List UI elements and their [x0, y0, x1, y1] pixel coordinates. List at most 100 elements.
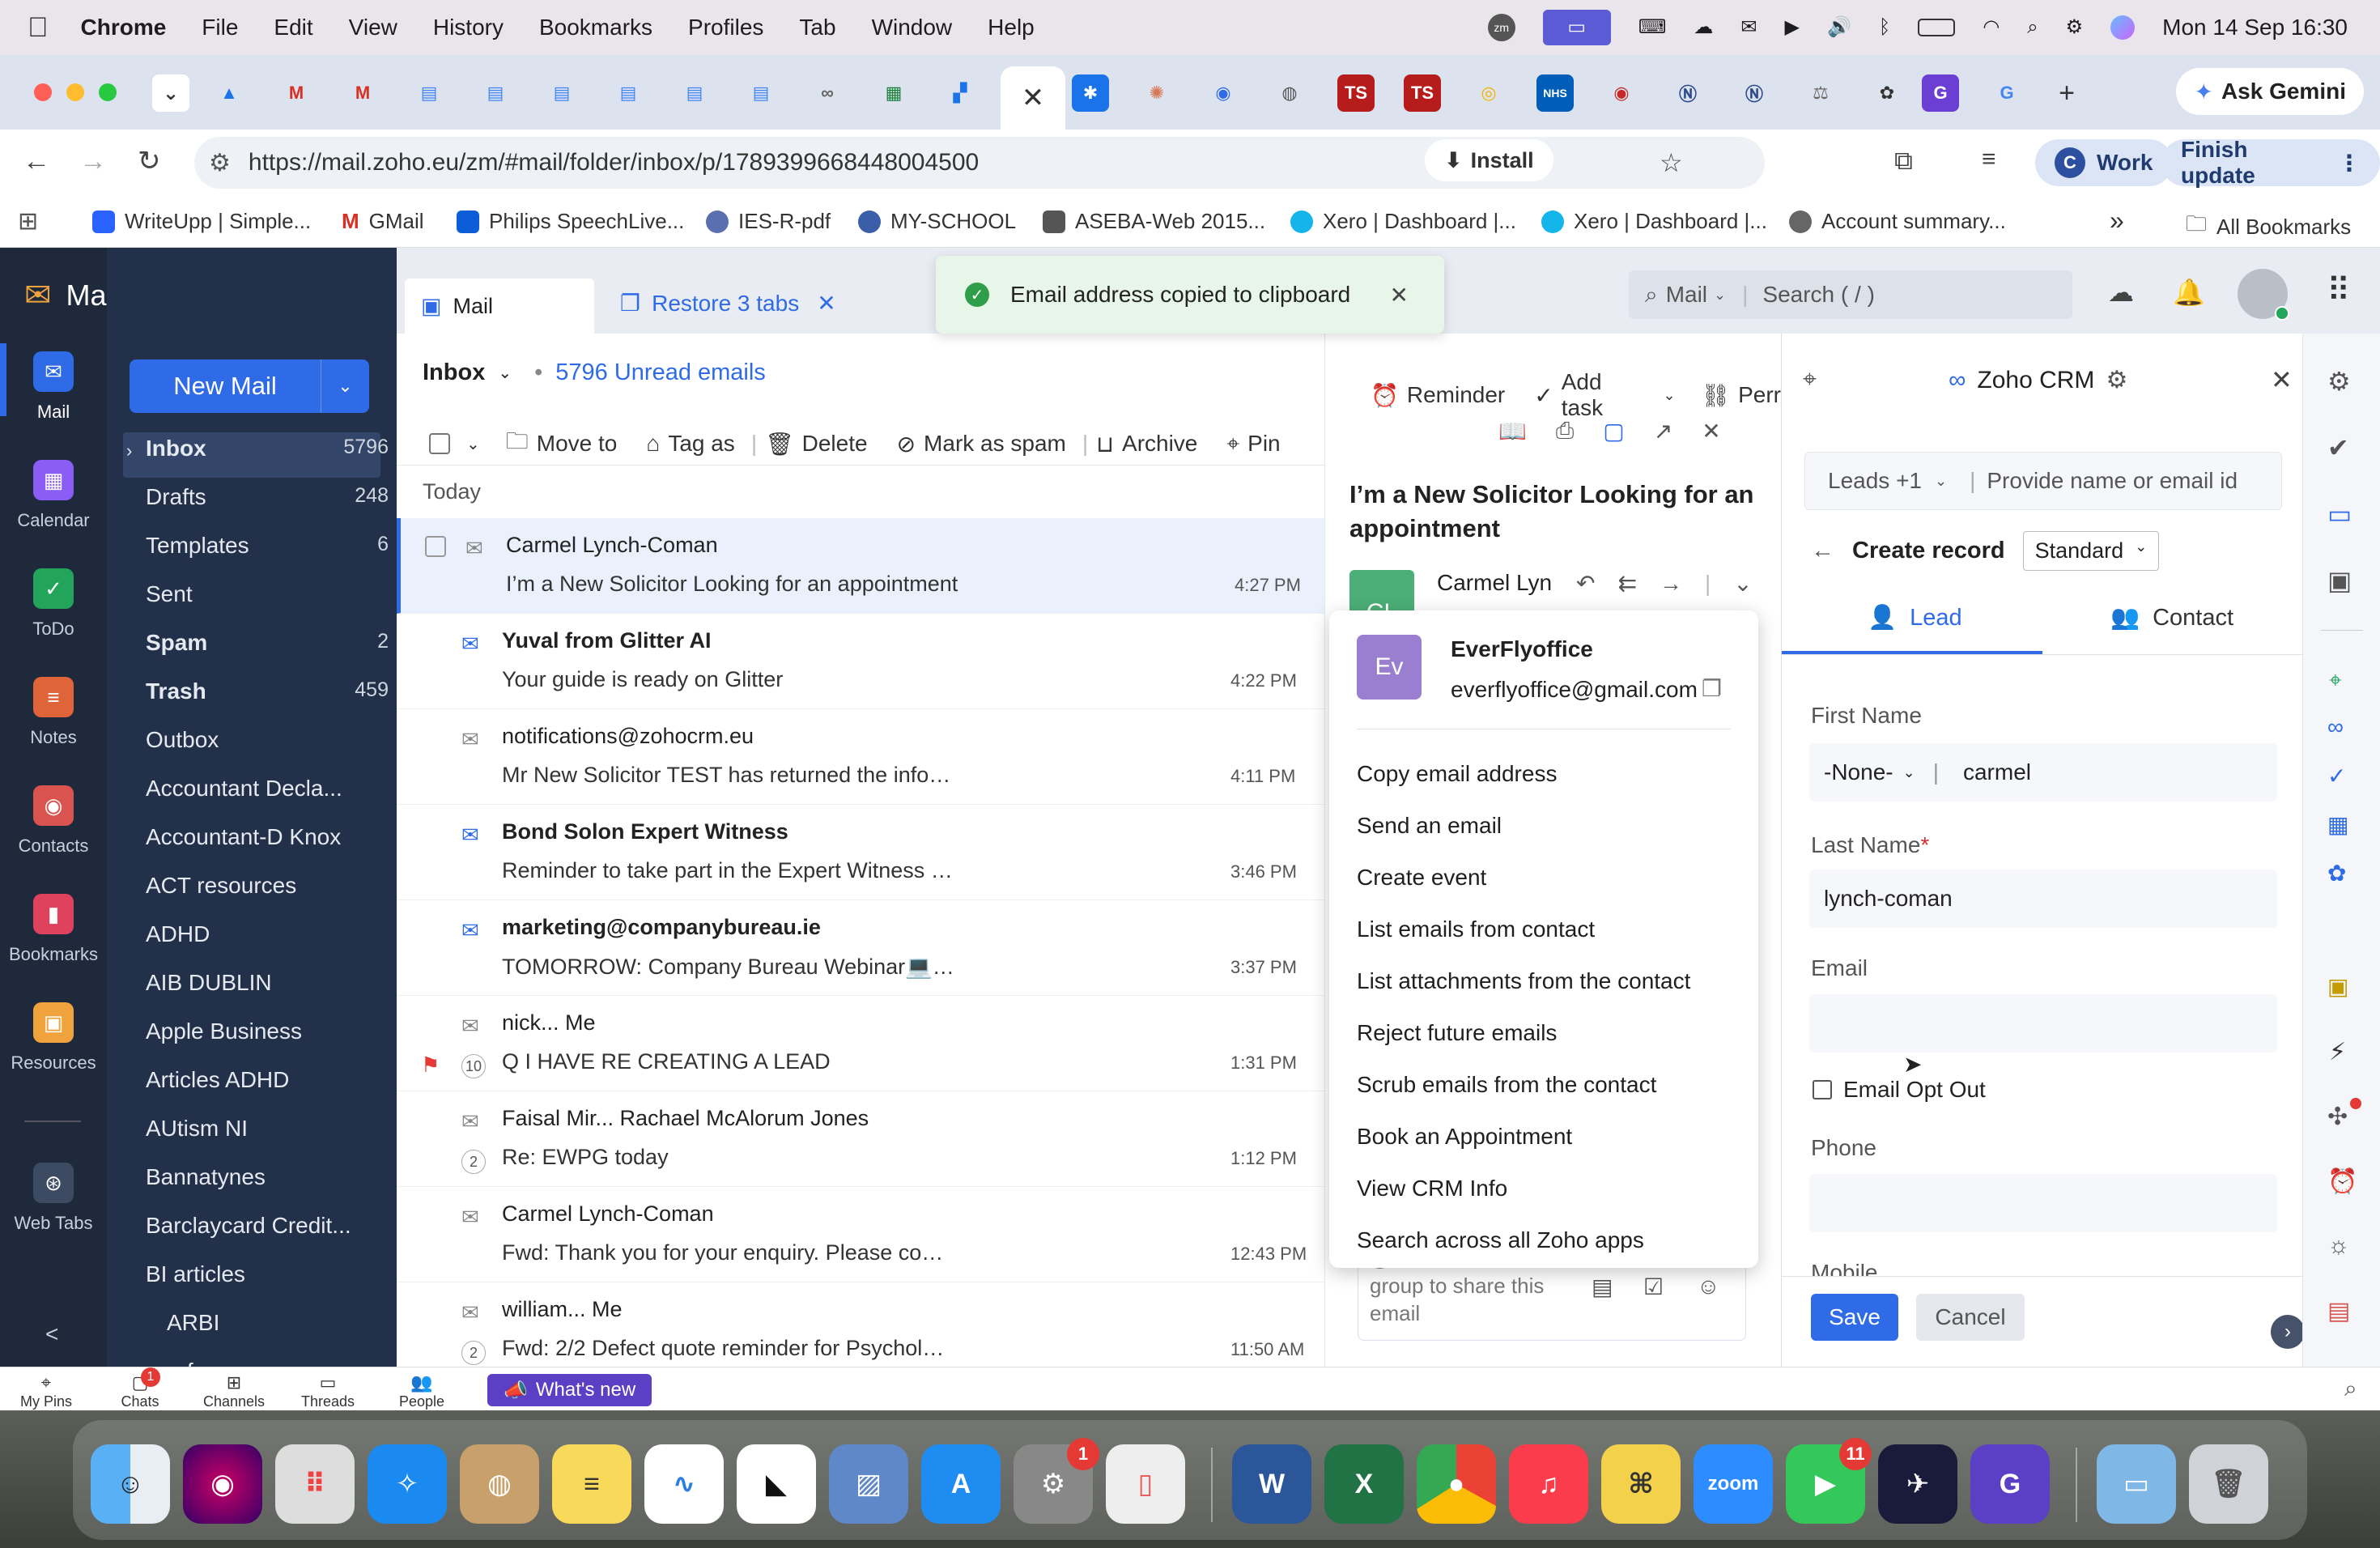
task-icon[interactable]: ☑	[1643, 1274, 1664, 1300]
search-scope[interactable]: Mail	[1666, 282, 1707, 308]
chats-button[interactable]: ▢ Chats 1	[104, 1367, 176, 1410]
folder-item[interactable]: Drafts 248	[146, 484, 389, 510]
envelope-icon[interactable]: ✉	[461, 918, 479, 943]
tab-lead[interactable]: 👤 Lead	[1868, 604, 1962, 632]
notes-app-icon[interactable]: ≡	[552, 1444, 631, 1524]
folder-dropdown-icon[interactable]: ⌄	[498, 363, 512, 383]
reading-view-icon[interactable]: 📖	[1498, 418, 1527, 444]
bulb-icon[interactable]: ☼	[2327, 1232, 2350, 1260]
bluetooth-icon[interactable]: ᛒ	[1879, 18, 1890, 37]
bookmark-philips[interactable]: Philips SpeechLive...	[457, 209, 684, 234]
tab-search-button[interactable]: ⌄	[152, 74, 189, 112]
expand-panel-icon[interactable]: ›	[2271, 1315, 2305, 1349]
alarm-icon[interactable]: ⏰	[2327, 1167, 2357, 1196]
salutation-select[interactable]: -None-	[1824, 759, 1893, 785]
back-arrow-icon[interactable]: ←	[1811, 538, 1834, 564]
tab-record[interactable]: ◉	[1603, 74, 1640, 112]
menu-file[interactable]: File	[202, 15, 238, 40]
module-dropdown-icon[interactable]: ⌄	[1935, 473, 1947, 490]
folder-item[interactable]: Barclaycard Credit...	[146, 1213, 389, 1239]
first-name-input[interactable]: carmel	[1963, 759, 2031, 785]
volume-icon[interactable]: 🔊	[1827, 18, 1851, 37]
row-checkbox[interactable]	[425, 536, 446, 557]
lightning-icon[interactable]: ⚡	[2329, 1038, 2346, 1066]
word-icon[interactable]: W	[1232, 1444, 1311, 1524]
forward-icon[interactable]: →	[79, 147, 107, 175]
context-menu-item[interactable]: Scrub emails from the contact	[1357, 1072, 1656, 1098]
add-task-dropdown-icon[interactable]: ⌄	[1663, 387, 1675, 404]
copy-icon[interactable]: ❐	[1702, 675, 1722, 702]
ask-gemini-button[interactable]: ✦ Ask Gemini	[2176, 68, 2364, 115]
maximize-window-button[interactable]	[99, 83, 117, 101]
envelope-icon[interactable]: ✉	[465, 536, 483, 561]
folder-item[interactable]: Trash 459	[146, 678, 389, 704]
tab-gmail-2[interactable]: M	[344, 74, 381, 112]
more-bookmarks-icon[interactable]: »	[2110, 206, 2124, 236]
message-row[interactable]: ✉ Yuval from Glitter AI Your guide is read…	[397, 614, 1324, 709]
search-box[interactable]: ⌕ Mail ⌄ | Search ( / )	[1629, 270, 2072, 319]
tab-docs-6[interactable]: ▤	[742, 74, 780, 112]
new-mail-dropdown-icon[interactable]: ⌄	[321, 359, 369, 413]
tab-nhs[interactable]: NHS	[1536, 74, 1574, 112]
tab-ts-1[interactable]: TS	[1337, 74, 1375, 112]
context-menu-item[interactable]: Create event	[1357, 865, 1486, 891]
cliq-app-icon[interactable]: ✿	[2327, 860, 2346, 887]
context-menu-item[interactable]: Send an email	[1357, 813, 1502, 839]
bookmark-aseba[interactable]: ASEBA-Web 2015...	[1043, 209, 1265, 234]
cloud-sync-icon[interactable]: ☁	[2108, 277, 2134, 308]
facetime-icon[interactable]: ▶ 11	[1786, 1438, 1872, 1524]
address-bar[interactable]: ⚙ https://mail.zoho.eu/zm/#mail/folder/i…	[194, 137, 1765, 189]
tab-globe[interactable]: ◍	[1271, 74, 1308, 112]
tab-google[interactable]: G	[1988, 74, 2025, 112]
folder-item[interactable]: Inbox 5796	[146, 436, 389, 461]
tab-docs-5[interactable]: ▤	[676, 74, 713, 112]
all-bookmarks[interactable]: 🗀 All Bookmarks	[2186, 209, 2351, 245]
freeform-icon[interactable]: ∿	[644, 1444, 724, 1524]
folder-item[interactable]: AUtism NI	[146, 1116, 389, 1142]
bookmark-xero-1[interactable]: Xero | Dashboard |...	[1290, 209, 1516, 234]
bookmark-iesr[interactable]: IES-R-pdf	[706, 209, 831, 234]
folder-item[interactable]: ARBI	[167, 1310, 410, 1336]
select-all-checkbox[interactable]	[429, 433, 450, 454]
context-menu-item[interactable]: List emails from contact	[1357, 916, 1595, 942]
pin-button[interactable]: Pin	[1247, 431, 1280, 457]
tab-zoho-1[interactable]: ✱	[1072, 74, 1109, 112]
envelope-icon[interactable]: ✉	[461, 1014, 479, 1039]
message-row[interactable]: ✉ marketing@companybureau.ie TOMORROW: Com…	[397, 900, 1324, 996]
tab-restore[interactable]: ❐ Restore 3 tabs ✕	[620, 290, 836, 317]
menu-edit[interactable]: Edit	[274, 15, 312, 40]
tab-docs-3[interactable]: ▤	[543, 74, 580, 112]
permalink-button[interactable]: Perr	[1738, 382, 1781, 408]
rail-web-tabs[interactable]: ⊛ Web Tabs	[0, 1163, 107, 1234]
my-pins-button[interactable]: ⌖ My Pins	[10, 1372, 83, 1410]
finder-icon[interactable]: ☺	[91, 1444, 170, 1524]
close-preview-icon[interactable]: ✕	[1702, 418, 1720, 444]
iphone-mirroring-icon[interactable]: ▯	[1106, 1444, 1185, 1524]
print-icon[interactable]: ⎙	[1556, 418, 1574, 444]
tab-g-purple[interactable]: G	[1922, 74, 1959, 112]
message-row[interactable]: ✉ Bond Solon Expert Witness Reminder to ta…	[397, 805, 1324, 900]
install-button[interactable]: ⬇ Install	[1425, 139, 1553, 181]
bookmark-gmail[interactable]: M GMail	[342, 209, 424, 234]
rail-contacts[interactable]: ◉ Contacts	[0, 785, 107, 857]
launchpad-icon[interactable]: ⠿	[275, 1444, 355, 1524]
people-button[interactable]: 👥 People	[385, 1372, 458, 1410]
unread-count-link[interactable]: 5796 Unread emails	[555, 359, 766, 386]
message-row[interactable]: ✉ nick... Me 10 ⚑ Q I HAVE RE CREATING A LEA…	[397, 996, 1324, 1091]
email-input[interactable]	[1809, 994, 2277, 1053]
add-task-button[interactable]: Add task	[1562, 369, 1649, 421]
window-icon[interactable]: ▭	[2327, 499, 2352, 529]
tab-docs-2[interactable]: ▤	[477, 74, 514, 112]
excel-icon[interactable]: X	[1324, 1444, 1404, 1524]
folder-item[interactable]: Articles ADHD	[146, 1067, 389, 1093]
folder-item[interactable]: BI articles	[146, 1261, 389, 1287]
app-store-icon[interactable]: A	[921, 1444, 1001, 1524]
close-window-button[interactable]	[34, 83, 52, 101]
rail-resources[interactable]: ▣ Resources	[0, 1002, 107, 1074]
pin-panel-icon[interactable]: ⌖	[1803, 366, 1817, 393]
module-select[interactable]: Leads +1	[1828, 468, 1922, 494]
pin-app-icon[interactable]: ⌖	[2329, 667, 2342, 694]
layout-select[interactable]: Standard ⌄	[2022, 531, 2160, 571]
menu-tab[interactable]: Tab	[799, 15, 835, 40]
reminder-button[interactable]: Reminder	[1407, 382, 1505, 408]
